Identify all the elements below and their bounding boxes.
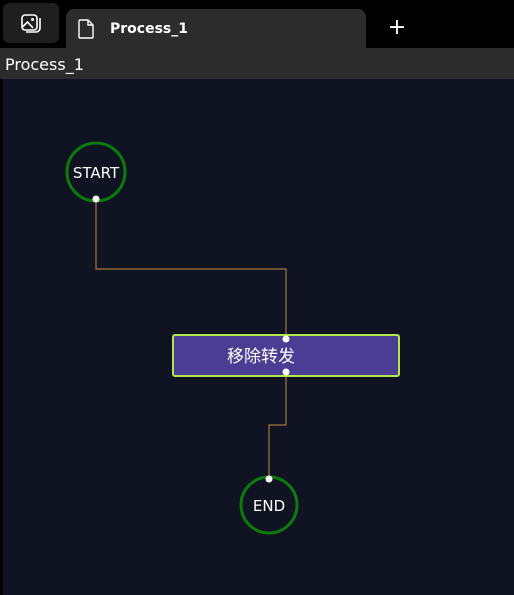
action-output-port[interactable] xyxy=(282,368,290,376)
end-node-label: END xyxy=(253,497,285,515)
tab-process-1[interactable]: Process_1 xyxy=(66,9,366,48)
end-node[interactable]: END xyxy=(239,475,299,535)
flow-canvas[interactable]: START 移除转发 END xyxy=(3,79,514,595)
gallery-icon xyxy=(21,14,41,33)
end-input-port[interactable] xyxy=(265,475,273,483)
connector-start-to-action[interactable] xyxy=(95,199,287,339)
app-window: Process_1 + Process_1 START 移除转发 END xyxy=(0,0,514,595)
tab-label: Process_1 xyxy=(110,21,188,37)
document-header: Process_1 xyxy=(0,48,514,79)
start-node[interactable]: START xyxy=(65,141,127,203)
flow-diagram: START 移除转发 END xyxy=(65,141,400,535)
new-tab-button[interactable]: + xyxy=(384,15,410,41)
action-input-port[interactable] xyxy=(282,335,290,343)
start-node-label: START xyxy=(73,164,120,182)
document-title: Process_1 xyxy=(5,55,84,74)
gallery-button[interactable] xyxy=(3,3,59,43)
document-icon xyxy=(78,19,94,39)
action-node-label: 移除转发 xyxy=(227,347,295,367)
action-node[interactable]: 移除转发 xyxy=(172,334,400,377)
connector-action-to-end[interactable] xyxy=(268,372,287,479)
start-output-port[interactable] xyxy=(92,195,100,203)
tab-bar: Process_1 + xyxy=(0,0,514,48)
